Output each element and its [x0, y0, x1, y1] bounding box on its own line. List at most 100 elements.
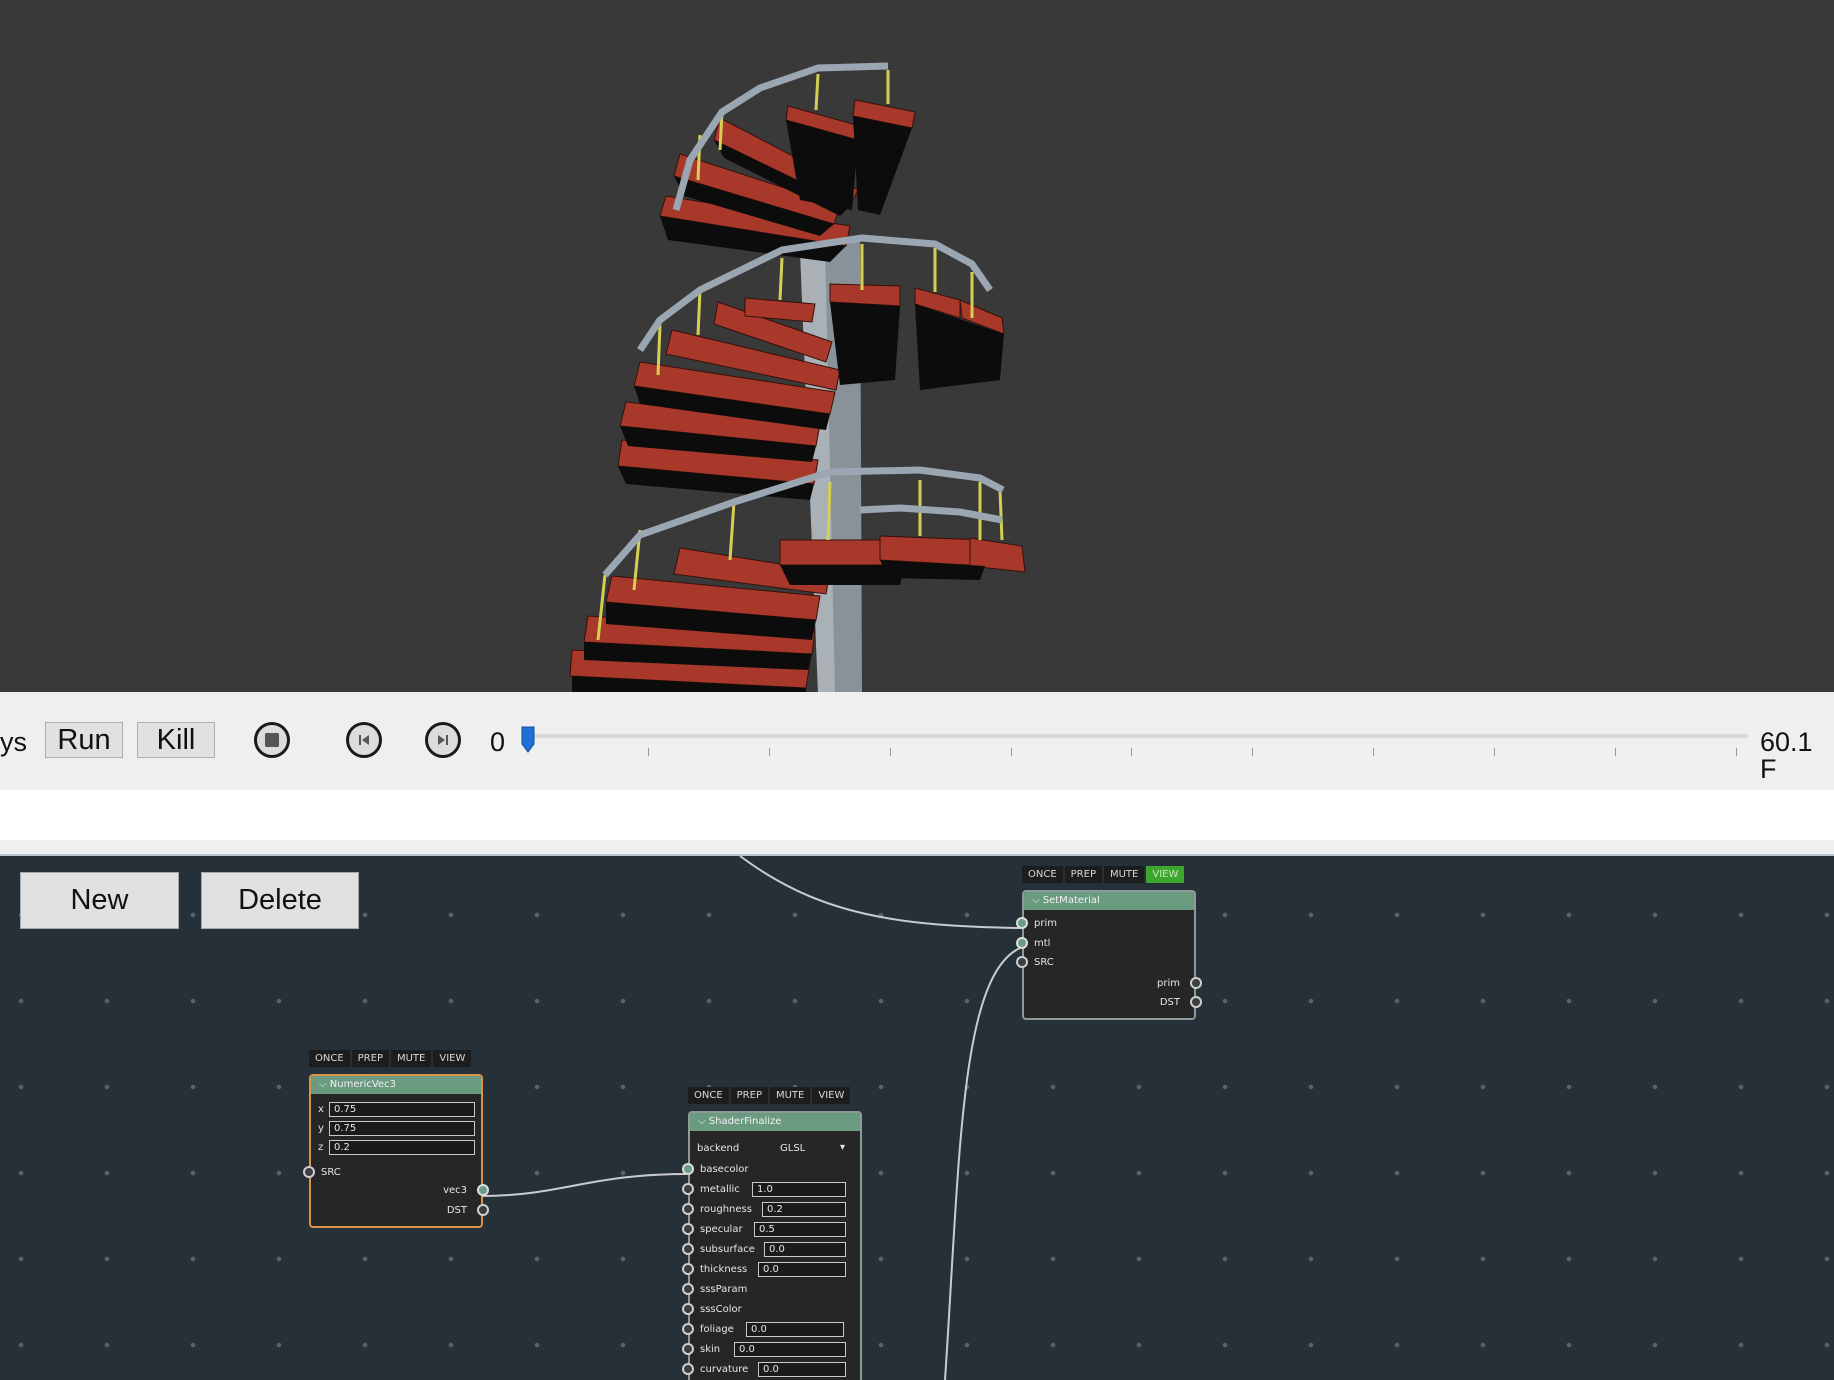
input-socket-skin[interactable] — [682, 1343, 694, 1355]
flag-view-button[interactable]: VIEW — [433, 1050, 472, 1067]
node-numericvec3[interactable]: ONCE PREP MUTE VIEW ⌵ NumericVec3 x 0.75… — [303, 1050, 489, 1230]
flag-prep-button[interactable]: PREP — [730, 1087, 768, 1104]
timeline-slider-thumb[interactable] — [521, 726, 535, 754]
node-editor[interactable]: New Delete ONCE PREP MUTE VIEW ⌵ SetMate… — [0, 856, 1834, 1380]
param-label: foliage — [700, 1324, 734, 1335]
flag-prep-button[interactable]: PREP — [351, 1050, 389, 1067]
node-flags: ONCE PREP MUTE VIEW — [309, 1050, 472, 1067]
output-socket-vec3[interactable] — [477, 1184, 489, 1196]
input-label: prim — [1034, 918, 1057, 929]
param-field-skin[interactable]: 0.0 — [734, 1342, 846, 1357]
param-field-thickness[interactable]: 0.0 — [758, 1262, 846, 1277]
frame-value: 0 — [490, 727, 506, 757]
param-field-subsurface[interactable]: 0.0 — [764, 1242, 846, 1257]
run-button[interactable]: Run — [45, 722, 123, 758]
timeline-tick — [1011, 748, 1012, 756]
mode-label: ys — [0, 727, 27, 757]
input-socket-src[interactable] — [303, 1166, 315, 1178]
node-setmaterial[interactable]: ONCE PREP MUTE VIEW ⌵ SetMaterial prim m… — [1016, 866, 1202, 1034]
node-header[interactable]: ⌵ SetMaterial — [1024, 892, 1194, 910]
param-label: metallic — [700, 1184, 740, 1195]
input-socket-specular[interactable] — [682, 1223, 694, 1235]
input-socket-mtl[interactable] — [1016, 937, 1028, 949]
flag-prep-button[interactable]: PREP — [1064, 866, 1102, 883]
flag-mute-button[interactable]: MUTE — [1103, 866, 1145, 883]
step-back-icon — [359, 735, 369, 745]
flag-view-button[interactable]: VIEW — [1146, 866, 1185, 883]
param-field-curvature[interactable]: 0.0 — [758, 1362, 846, 1377]
input-socket-subsurface[interactable] — [682, 1243, 694, 1255]
input-socket-metallic[interactable] — [682, 1183, 694, 1195]
kill-button[interactable]: Kill — [137, 722, 215, 758]
input-label: SRC — [1034, 957, 1054, 968]
param-label: roughness — [700, 1204, 752, 1215]
input-socket-curvature[interactable] — [682, 1363, 694, 1375]
param-label: thickness — [700, 1264, 748, 1275]
node-flags: ONCE PREP MUTE VIEW — [1022, 866, 1185, 883]
delete-node-button[interactable]: Delete — [201, 872, 359, 929]
flag-once-button[interactable]: ONCE — [688, 1087, 729, 1104]
node-title: ShaderFinalize — [708, 1116, 782, 1127]
new-node-button[interactable]: New — [20, 872, 179, 929]
step-forward-button[interactable] — [425, 722, 461, 758]
node-wires — [481, 856, 1021, 1380]
input-socket-prim[interactable] — [1016, 917, 1028, 929]
timeline-tick — [890, 748, 891, 756]
viewport-3d[interactable] — [0, 0, 1834, 692]
param-label: sssColor — [700, 1304, 742, 1315]
input-socket-ssscolor[interactable] — [682, 1303, 694, 1315]
output-socket-prim[interactable] — [1190, 977, 1202, 989]
param-field-specular[interactable]: 0.5 — [754, 1222, 846, 1237]
flag-once-button[interactable]: ONCE — [1022, 866, 1063, 883]
stop-button[interactable] — [254, 722, 290, 758]
node-title: SetMaterial — [1042, 895, 1100, 906]
param-field-metallic[interactable]: 1.0 — [752, 1182, 846, 1197]
node-body[interactable]: ⌵ SetMaterial prim mtl SRC prim DST — [1016, 890, 1202, 1020]
flag-mute-button[interactable]: MUTE — [390, 1050, 432, 1067]
flag-once-button[interactable]: ONCE — [309, 1050, 350, 1067]
param-field-y[interactable]: 0.75 — [329, 1121, 475, 1136]
param-field-z[interactable]: 0.2 — [329, 1140, 475, 1155]
param-label: basecolor — [700, 1164, 749, 1175]
output-label: prim — [1157, 978, 1180, 989]
output-socket-dst[interactable] — [1190, 996, 1202, 1008]
param-label: specular — [700, 1224, 743, 1235]
panel-separator[interactable] — [0, 840, 1834, 856]
input-socket-thickness[interactable] — [682, 1263, 694, 1275]
input-socket-sssparam[interactable] — [682, 1283, 694, 1295]
flag-view-button[interactable]: VIEW — [812, 1087, 851, 1104]
backend-select[interactable]: GLSL — [780, 1143, 805, 1155]
node-body[interactable]: ⌵ NumericVec3 x 0.75 y 0.75 z 0.2 SRC ve… — [303, 1074, 489, 1228]
timeline-toolbar: ys Run Kill 0 60.1 F — [0, 692, 1834, 790]
timeline-slider-track[interactable] — [528, 734, 1748, 738]
timeline-tick — [1494, 748, 1495, 756]
timeline-tick — [1131, 748, 1132, 756]
step-back-button[interactable] — [346, 722, 382, 758]
param-field-foliage[interactable]: 0.0 — [746, 1322, 844, 1337]
param-field-roughness[interactable]: 0.2 — [762, 1202, 846, 1217]
input-socket-basecolor[interactable] — [682, 1163, 694, 1175]
node-body[interactable]: ⌵ ShaderFinalize backend GLSL ▾ basecolo… — [682, 1111, 862, 1380]
param-label: subsurface — [700, 1244, 755, 1255]
step-forward-icon — [438, 735, 448, 745]
blank-panel — [0, 790, 1834, 840]
timeline-tick — [1736, 748, 1737, 756]
node-header[interactable]: ⌵ NumericVec3 — [311, 1076, 481, 1094]
input-socket-roughness[interactable] — [682, 1203, 694, 1215]
node-shaderfinalize[interactable]: ONCE PREP MUTE VIEW ⌵ ShaderFinalize bac… — [682, 1087, 864, 1380]
param-label-y: y — [318, 1123, 324, 1134]
param-field-x[interactable]: 0.75 — [329, 1102, 475, 1117]
input-label: mtl — [1034, 938, 1051, 949]
flag-mute-button[interactable]: MUTE — [769, 1087, 811, 1104]
output-socket-dst[interactable] — [477, 1204, 489, 1216]
node-flags: ONCE PREP MUTE VIEW — [688, 1087, 851, 1104]
timeline-tick — [769, 748, 770, 756]
input-socket-src[interactable] — [1016, 956, 1028, 968]
timeline-tick — [1615, 748, 1616, 756]
output-label: DST — [446, 1205, 467, 1216]
fps-readout: 60.1 F — [1760, 727, 1813, 784]
node-header[interactable]: ⌵ ShaderFinalize — [690, 1113, 860, 1131]
dropdown-arrow-icon[interactable]: ▾ — [840, 1142, 845, 1154]
stop-icon — [265, 733, 279, 747]
input-socket-foliage[interactable] — [682, 1323, 694, 1335]
